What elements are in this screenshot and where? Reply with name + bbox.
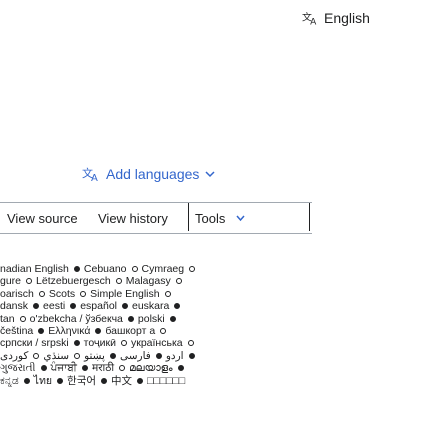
language-link[interactable]: کوردی (0, 350, 28, 362)
language-link[interactable]: Ελληνικά (48, 325, 90, 337)
good-badge-icon (131, 266, 138, 272)
tab-view-history[interactable]: View history (98, 211, 168, 226)
language-line: nadian English Cebuano Cymraeg (0, 263, 330, 275)
language-link[interactable]: o'zbekcha / ўзбекча (30, 313, 123, 325)
language-link[interactable]: پښتو (84, 350, 105, 362)
featured-badge-icon (95, 327, 102, 334)
language-link[interactable]: čeština (0, 325, 33, 337)
language-line: српски / srpski тоҷикӣ українська (0, 337, 330, 349)
good-badge-icon (26, 278, 33, 285)
language-button[interactable]: 文 A English (302, 9, 370, 27)
add-languages-button[interactable]: 文 A Add languages (82, 165, 215, 183)
language-link[interactable]: башкорт а (105, 325, 155, 337)
language-list: nadian English Cebuano Cymraeg gure Lëtzebue… (0, 263, 330, 387)
featured-badge-icon (101, 377, 108, 384)
good-badge-icon (189, 266, 196, 272)
featured-badge-icon (57, 377, 64, 384)
language-line: tan o'zbekcha / ўзбекча polski (0, 313, 330, 325)
tools-menu[interactable]: Tools (188, 203, 310, 231)
page-tabs-bar: View source View history Tools (0, 202, 312, 234)
language-line: اردو فارسی پښتو سنڌي کوردی (0, 350, 330, 362)
language-button-label: English (324, 10, 370, 26)
featured-badge-icon (122, 303, 128, 310)
language-link[interactable]: فارسی (120, 350, 151, 362)
language-link[interactable]: ગુજરાતી (0, 362, 36, 374)
language-link[interactable]: tan (0, 313, 15, 325)
language-line: čeština Ελληνικά башкорт а (0, 325, 330, 337)
translate-icon: 文 A (302, 11, 317, 26)
good-badge-icon (187, 340, 194, 347)
good-badge-icon (38, 290, 45, 297)
language-link[interactable]: Scots (49, 288, 75, 300)
good-badge-icon (80, 290, 87, 297)
featured-badge-icon (127, 315, 134, 322)
chevron-down-icon (205, 171, 215, 178)
language-link[interactable]: سنڌي (43, 350, 69, 362)
language-link[interactable]: Cymraeg (142, 263, 185, 275)
language-link[interactable]: Simple English (90, 288, 159, 300)
good-badge-icon (33, 352, 40, 359)
language-link[interactable]: 한국어 (67, 375, 96, 387)
good-badge-icon (19, 315, 26, 322)
featured-badge-icon (137, 377, 144, 384)
featured-badge-icon (188, 352, 195, 359)
language-line: gure Lëtzebuergesch Malagasy (0, 275, 330, 287)
chevron-down-icon (236, 215, 245, 222)
good-badge-icon (74, 352, 81, 359)
good-badge-icon (160, 327, 167, 334)
language-link[interactable]: ಕನ್ನಡ (0, 375, 19, 387)
language-link[interactable]: മലയാളം (129, 362, 173, 374)
language-line: ગુજરાતી ਪੰਜਾਬੀ मराठी മലയാളം (0, 362, 330, 374)
language-link[interactable]: nadian English (0, 263, 69, 275)
good-badge-icon (115, 278, 122, 285)
language-link[interactable]: ਪੰਜਾਬੀ (51, 362, 77, 374)
featured-badge-icon (109, 352, 116, 359)
good-badge-icon (120, 340, 127, 347)
good-badge-icon (119, 365, 126, 372)
featured-badge-icon (155, 352, 162, 359)
language-link[interactable]: українська (131, 337, 183, 349)
language-link[interactable]: español (80, 300, 117, 312)
featured-badge-icon (81, 365, 88, 372)
featured-badge-icon (70, 303, 77, 310)
language-link[interactable]: euskara (132, 300, 169, 312)
language-link[interactable]: Malagasy (126, 275, 171, 287)
language-line: dansk eesti español euskara (0, 300, 330, 312)
language-link[interactable]: □□□□□□ (147, 375, 185, 387)
add-languages-label: Add languages (106, 166, 200, 182)
featured-badge-icon (177, 365, 184, 372)
language-link[interactable]: Lëtzebuergesch (36, 275, 111, 287)
good-badge-icon (175, 278, 182, 285)
featured-badge-icon (73, 340, 80, 347)
language-link[interactable]: ไทย (34, 375, 52, 387)
featured-badge-icon (73, 266, 80, 272)
language-link[interactable]: dansk (0, 300, 28, 312)
good-badge-icon (164, 290, 171, 297)
language-link[interactable]: српски / srpski (0, 337, 69, 349)
language-link[interactable]: मराठी (92, 362, 114, 374)
language-line: oarisch Scots Simple English (0, 288, 330, 300)
tools-label: Tools (195, 211, 226, 226)
language-link[interactable]: Cebuano (84, 263, 127, 275)
language-link[interactable]: eesti (43, 300, 65, 312)
language-line: ಕನ್ನಡ ไทย 한국어 中文 □□□□□□ (0, 375, 330, 387)
tab-view-source[interactable]: View source (7, 211, 78, 226)
translate-icon: 文 A (82, 166, 98, 182)
language-link[interactable]: тоҷикӣ (84, 337, 116, 349)
featured-badge-icon (174, 303, 181, 310)
featured-badge-icon (169, 315, 176, 322)
featured-badge-icon (40, 365, 47, 372)
svg-text:A: A (310, 17, 317, 26)
language-link[interactable]: gure (0, 275, 21, 287)
svg-text:A: A (91, 173, 98, 182)
language-link[interactable]: polski (138, 313, 165, 325)
language-link[interactable]: 中文 (111, 375, 132, 387)
featured-badge-icon (23, 377, 30, 384)
featured-badge-icon (38, 327, 45, 334)
featured-badge-icon (33, 303, 40, 310)
language-link[interactable]: اردو (166, 350, 184, 362)
language-link[interactable]: oarisch (0, 288, 34, 300)
